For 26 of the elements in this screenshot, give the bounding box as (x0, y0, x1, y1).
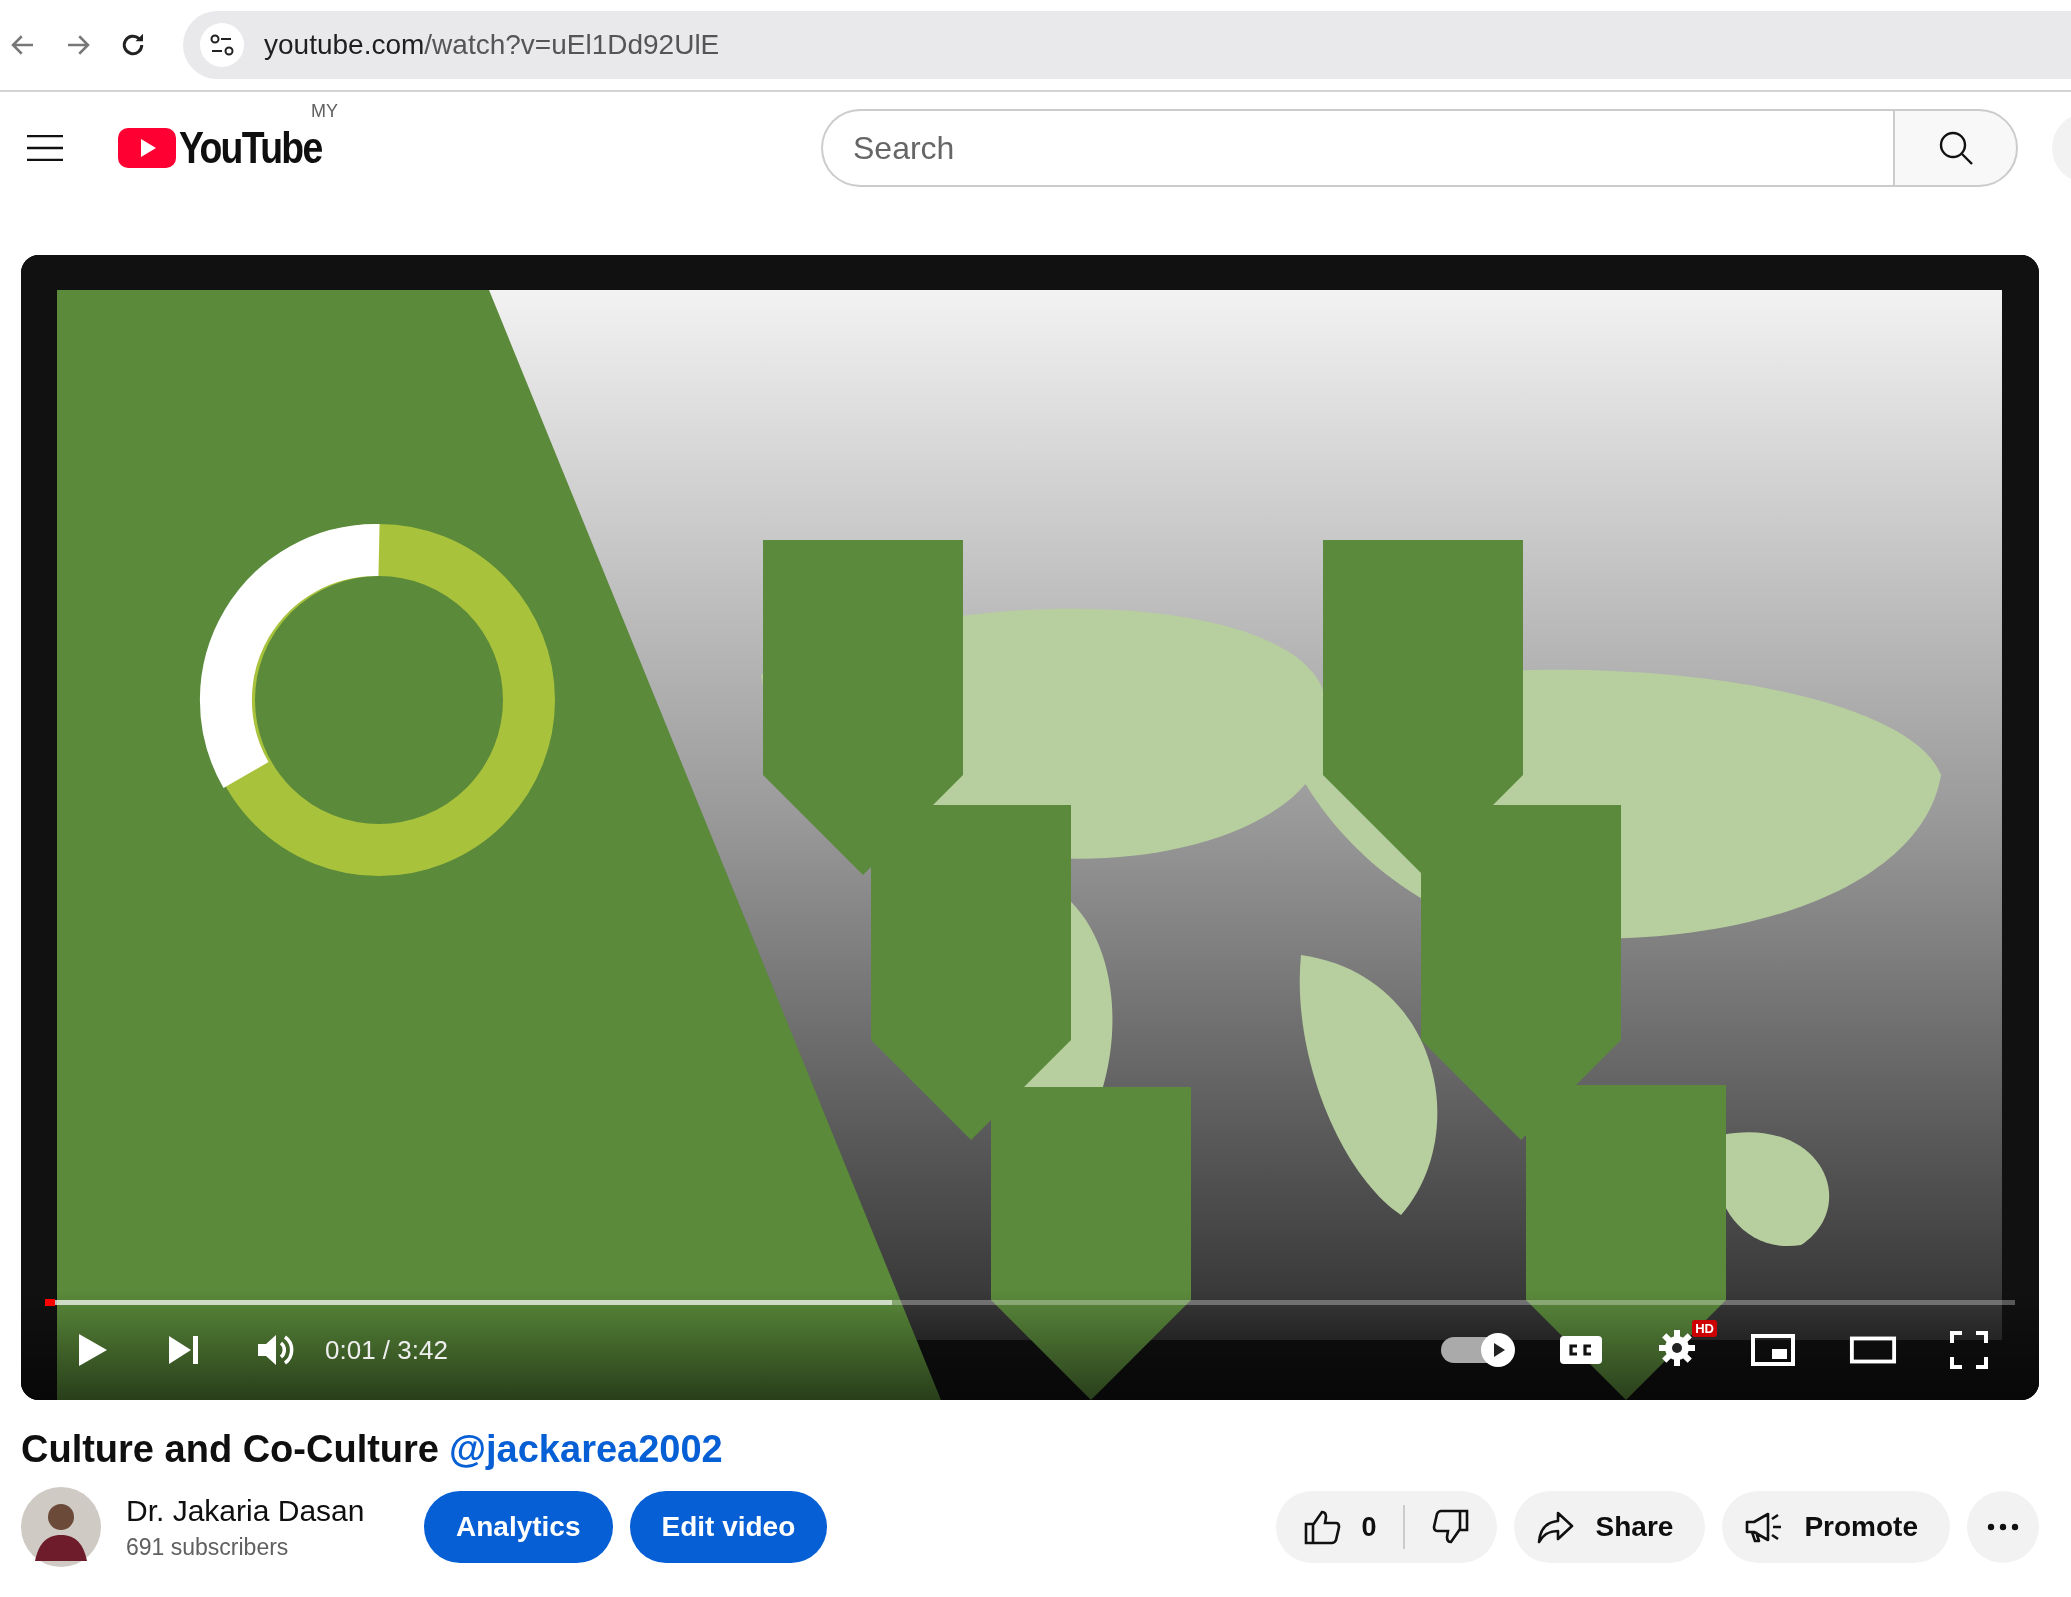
time-display: 0:01 / 3:42 (325, 1334, 448, 1366)
url-text: youtube.com/watch?v=uEl1Dd92UlE (264, 29, 720, 61)
like-button[interactable]: 0 (1275, 1491, 1403, 1563)
channel-action-button[interactable]: Edit video (629, 1491, 828, 1563)
channel-action-button[interactable]: Analytics (424, 1491, 613, 1563)
search-field[interactable]: Search (821, 109, 1893, 187)
search-icon (1937, 130, 1974, 166)
search-button[interactable] (1893, 109, 2018, 187)
avatar-icon[interactable] (21, 1487, 101, 1567)
address-bar[interactable]: youtube.com/watch?v=uEl1Dd92UlE (183, 11, 2071, 79)
menu-icon[interactable] (27, 135, 63, 161)
channel-handle-link[interactable]: @jackarea2002 (449, 1428, 723, 1471)
channel-name[interactable]: Dr. Jakaria Dasan (126, 1493, 424, 1528)
more-icon (1987, 1523, 2019, 1531)
settings-icon[interactable] (1657, 1328, 1697, 1368)
site-settings-icon[interactable] (200, 23, 244, 67)
fullscreen-icon[interactable] (1949, 1330, 1989, 1370)
share-button[interactable]: Share (1513, 1491, 1706, 1563)
play-logo-icon[interactable] (118, 128, 176, 168)
video-title: Culture and Co-Culture (21, 1428, 439, 1471)
region-code: MY (311, 101, 338, 122)
progress-bar[interactable] (45, 1300, 2015, 1305)
logo-text[interactable]: YouTube (179, 123, 322, 173)
hd-badge: HD (1692, 1320, 1717, 1337)
subscriber-count: 691 subscribers (126, 1533, 290, 1561)
promote-button[interactable]: Promote (1722, 1491, 1950, 1563)
